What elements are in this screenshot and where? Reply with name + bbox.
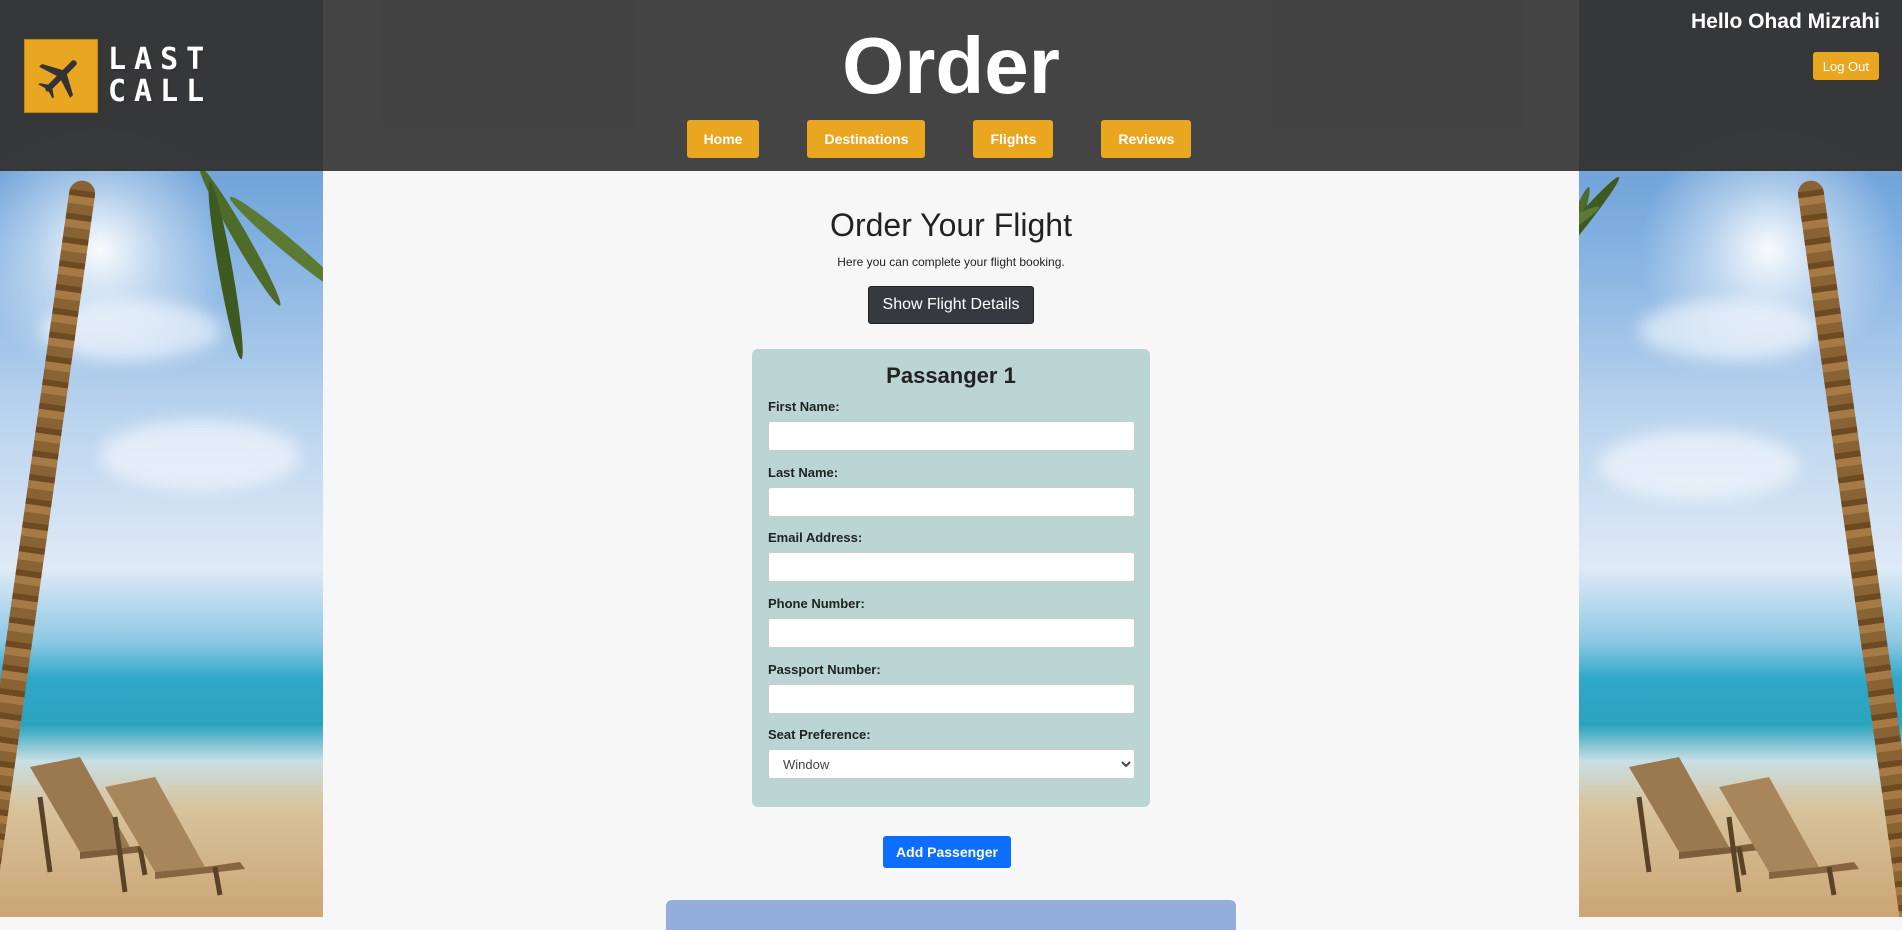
first-name-label: First Name: xyxy=(768,399,840,414)
logout-button[interactable]: Log Out xyxy=(1812,52,1879,80)
last-name-field-group: Last Name: xyxy=(768,465,1135,517)
first-name-input[interactable] xyxy=(768,421,1135,451)
page-title: Order xyxy=(842,21,1060,110)
nav-reviews-button[interactable]: Reviews xyxy=(1101,120,1192,158)
email-label: Email Address: xyxy=(768,530,863,545)
seat-preference-label: Seat Preference: xyxy=(768,727,871,742)
next-section-card xyxy=(666,900,1236,930)
user-greeting: Hello Ohad Mizrahi xyxy=(1690,10,1880,33)
phone-input[interactable] xyxy=(768,618,1135,648)
last-name-input[interactable] xyxy=(768,487,1135,517)
email-input[interactable] xyxy=(768,552,1135,582)
nav-home-button[interactable]: Home xyxy=(686,120,760,158)
section-subheading: Here you can complete your flight bookin… xyxy=(837,255,1065,269)
show-flight-details-button[interactable]: Show Flight Details xyxy=(868,286,1034,324)
first-name-field-group: First Name: xyxy=(768,399,1135,451)
nav-destinations-button[interactable]: Destinations xyxy=(807,120,926,158)
site-header: LAST CALL Order Home Destinations Flight… xyxy=(0,0,1902,171)
phone-label: Phone Number: xyxy=(768,596,865,611)
email-field-group: Email Address: xyxy=(768,530,1135,582)
last-name-label: Last Name: xyxy=(768,465,839,480)
main-content: Order Your Flight Here you can complete … xyxy=(323,171,1579,930)
section-heading: Order Your Flight xyxy=(830,207,1072,243)
nav-flights-button[interactable]: Flights xyxy=(973,120,1054,158)
passenger-form-card: Passanger 1 First Name: Last Name: Email… xyxy=(752,349,1150,807)
passport-field-group: Passport Number: xyxy=(768,662,1135,714)
passport-input[interactable] xyxy=(768,684,1135,714)
passenger-title: Passanger 1 xyxy=(886,363,1016,388)
seat-preference-field-group: Seat Preference: Window xyxy=(768,727,1135,779)
main-nav: Home Destinations Flights Reviews xyxy=(0,120,1902,158)
seat-preference-select[interactable]: Window xyxy=(768,749,1135,779)
passport-label: Passport Number: xyxy=(768,662,881,677)
phone-field-group: Phone Number: xyxy=(768,596,1135,648)
add-passenger-button[interactable]: Add Passenger xyxy=(883,836,1011,868)
